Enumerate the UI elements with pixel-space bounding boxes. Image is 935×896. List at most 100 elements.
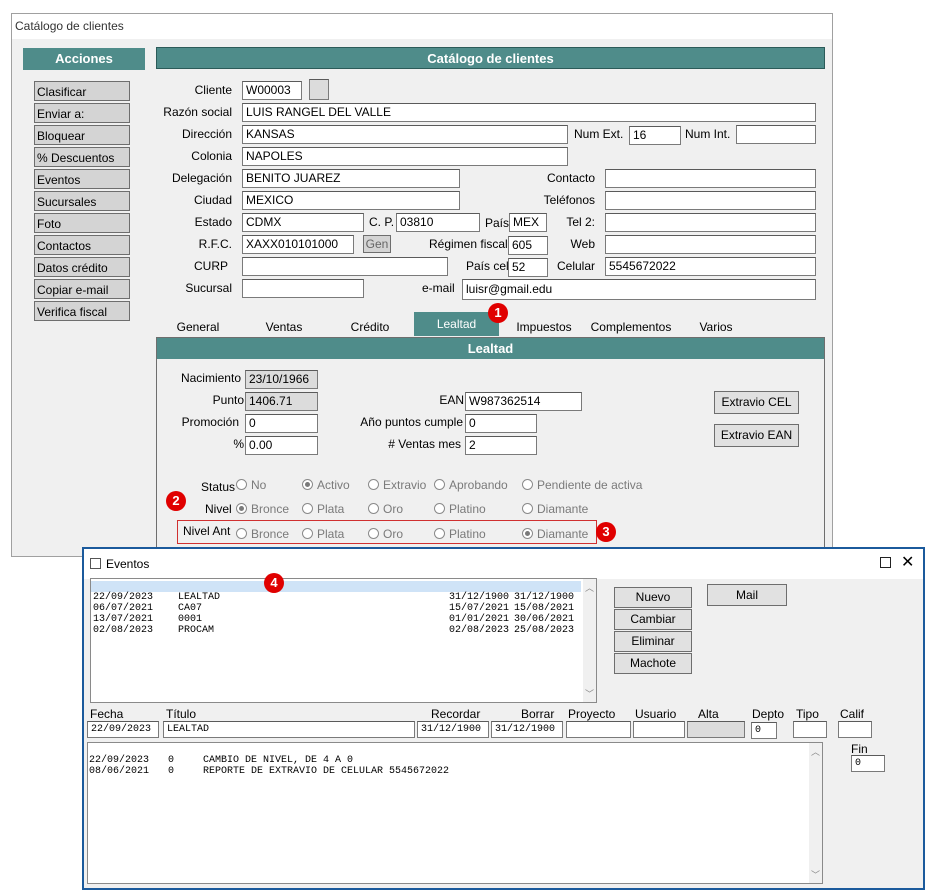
numint-field[interactable] xyxy=(736,125,816,144)
cliente-lookup-button[interactable] xyxy=(309,79,329,100)
nivelant-plata-radio[interactable]: Plata xyxy=(302,527,344,541)
action-clasificar[interactable]: Clasificar xyxy=(34,81,130,101)
nacimiento-label: Nacimiento xyxy=(180,371,241,385)
proyecto-field[interactable] xyxy=(566,721,631,738)
colonia-field[interactable]: NAPOLES xyxy=(242,147,568,166)
scroll-up-icon[interactable]: ︿ xyxy=(585,581,594,594)
extravio-cel-button[interactable]: Extravio CEL xyxy=(714,391,799,414)
nivelant-oro-radio[interactable]: Oro xyxy=(368,527,403,541)
action-enviar[interactable]: Enviar a: xyxy=(34,103,130,123)
promocion-field[interactable]: 0 xyxy=(245,414,318,433)
action-descuentos[interactable]: % Descuentos xyxy=(34,147,130,167)
action-copiar-email[interactable]: Copiar e-mail xyxy=(34,279,130,299)
action-datos-credito[interactable]: Datos crédito xyxy=(34,257,130,277)
nivel-platino-radio[interactable]: Platino xyxy=(434,502,486,516)
ean-field[interactable]: W987362514 xyxy=(465,392,582,411)
numext-field[interactable]: 16 xyxy=(629,126,681,145)
web-field[interactable] xyxy=(605,235,816,254)
telefonos-field[interactable] xyxy=(605,191,816,210)
list-item[interactable]: 02/08/2023 PROCAM 02/08/2023 25/08/2023 xyxy=(91,614,581,636)
contacto-field[interactable] xyxy=(605,169,816,188)
anio-label: Año puntos cumple xyxy=(360,415,463,429)
recordar-field[interactable]: 31/12/1900 xyxy=(417,721,489,738)
list-item[interactable]: 22/09/2023 LEALTAD 31/12/1900 31/12/1900 xyxy=(91,581,581,603)
nivel-diamante-radio[interactable]: Diamante xyxy=(522,502,588,516)
tab-lealtad[interactable]: Lealtad xyxy=(414,312,499,336)
status-extravio-radio[interactable]: Extravio xyxy=(368,478,426,492)
tab-impuestos[interactable]: Impuestos xyxy=(510,317,578,337)
promocion-label: Promoción xyxy=(181,415,239,429)
tab-credito[interactable]: Crédito xyxy=(342,317,398,337)
direccion-field[interactable]: KANSAS xyxy=(242,125,568,144)
tab-varios[interactable]: Varios xyxy=(690,317,742,337)
list-item[interactable]: 06/07/2021 CA07 15/07/2021 15/08/2021 xyxy=(91,592,581,614)
nivel-oro-radio[interactable]: Oro xyxy=(368,502,403,516)
list-item[interactable]: 13/07/2021 0001 01/01/2021 30/06/2021 xyxy=(91,603,581,625)
nivel-bronce-radio[interactable]: Bronce xyxy=(236,502,289,516)
status-aprobando-radio[interactable]: Aprobando xyxy=(434,478,508,492)
curp-field[interactable] xyxy=(242,257,448,276)
celular-label: Celular xyxy=(556,259,595,273)
radio-icon xyxy=(236,479,247,490)
depto-field[interactable]: 0 xyxy=(751,722,777,739)
fecha-field[interactable]: 22/09/2023 xyxy=(87,721,159,738)
estado-field[interactable]: CDMX xyxy=(242,213,364,232)
anio-field[interactable]: 0 xyxy=(465,414,537,433)
eliminar-button[interactable]: Eliminar xyxy=(614,631,692,652)
scroll-down-icon[interactable]: ﹀ xyxy=(585,687,594,700)
scroll-up-icon[interactable]: ︿ xyxy=(811,745,820,758)
action-eventos[interactable]: Eventos xyxy=(34,169,130,189)
ean-label: EAN xyxy=(439,393,464,407)
scroll-down-icon[interactable]: ﹀ xyxy=(811,868,820,881)
sucursal-field[interactable] xyxy=(242,279,364,298)
machote-button[interactable]: Machote xyxy=(614,653,692,674)
nuevo-button[interactable]: Nuevo xyxy=(614,587,692,608)
ciudad-field[interactable]: MEXICO xyxy=(242,191,460,210)
action-foto[interactable]: Foto xyxy=(34,213,130,233)
action-bloquear[interactable]: Bloquear xyxy=(34,125,130,145)
status-pendiente-radio[interactable]: Pendiente de activa xyxy=(522,478,642,492)
cp-field[interactable]: 03810 xyxy=(396,213,480,232)
tipo-field[interactable] xyxy=(793,721,827,738)
gen-button[interactable]: Gen xyxy=(363,235,391,253)
status-activo-radio[interactable]: Activo xyxy=(302,478,350,492)
tel2-field[interactable] xyxy=(605,213,816,232)
borrar-field[interactable]: 31/12/1900 xyxy=(491,721,563,738)
notes-scrollbar[interactable]: ︿ ﹀ xyxy=(809,743,822,883)
action-verifica-fiscal[interactable]: Verifica fiscal xyxy=(34,301,130,321)
titulo-field[interactable]: LEALTAD xyxy=(163,721,415,738)
col-borrar: Borrar xyxy=(521,707,555,721)
calif-field[interactable] xyxy=(838,721,872,738)
rfc-field[interactable]: XAXX010101000 xyxy=(242,235,354,254)
notas-textarea[interactable]: 22/09/2023 0 CAMBIO DE NIVEL, DE 4 A 0 08/… xyxy=(87,742,823,884)
radio-icon xyxy=(236,528,247,539)
usuario-field[interactable] xyxy=(633,721,685,738)
tab-ventas[interactable]: Ventas xyxy=(256,317,312,337)
nivel-plata-radio[interactable]: Plata xyxy=(302,502,344,516)
contacto-label: Contacto xyxy=(546,171,595,185)
extravio-ean-button[interactable]: Extravio EAN xyxy=(714,424,799,447)
cambiar-button[interactable]: Cambiar xyxy=(614,609,692,630)
ventas-field[interactable]: 2 xyxy=(465,436,537,455)
pct-field[interactable]: 0.00 xyxy=(245,436,318,455)
action-contactos[interactable]: Contactos xyxy=(34,235,130,255)
fin-field[interactable]: 0 xyxy=(851,755,885,772)
razon-field[interactable]: LUIS RANGEL DEL VALLE xyxy=(242,103,816,122)
mail-button[interactable]: Mail xyxy=(707,584,787,606)
nivelant-platino-radio[interactable]: Platino xyxy=(434,527,486,541)
list-scrollbar[interactable]: ︿ ﹀ xyxy=(583,579,596,702)
radio-icon xyxy=(434,528,445,539)
maximize-icon[interactable] xyxy=(880,557,891,568)
email-field[interactable]: luisr@gmail.edu xyxy=(462,279,816,300)
celular-field[interactable]: 5545672022 xyxy=(605,257,816,276)
nivelant-diamante-radio[interactable]: Diamante xyxy=(522,527,588,541)
tab-complementos[interactable]: Complementos xyxy=(585,317,677,337)
eventos-list[interactable]: 22/09/2023 LEALTAD 31/12/1900 31/12/1900 06… xyxy=(90,578,597,703)
close-icon[interactable]: ✕ xyxy=(901,552,914,572)
action-sucursales[interactable]: Sucursales xyxy=(34,191,130,211)
status-no-radio[interactable]: No xyxy=(236,478,266,492)
nivelant-bronce-radio[interactable]: Bronce xyxy=(236,527,289,541)
cliente-field[interactable]: W00003 xyxy=(242,81,302,100)
delegacion-field[interactable]: BENITO JUAREZ xyxy=(242,169,460,188)
tab-general[interactable]: General xyxy=(170,317,226,337)
